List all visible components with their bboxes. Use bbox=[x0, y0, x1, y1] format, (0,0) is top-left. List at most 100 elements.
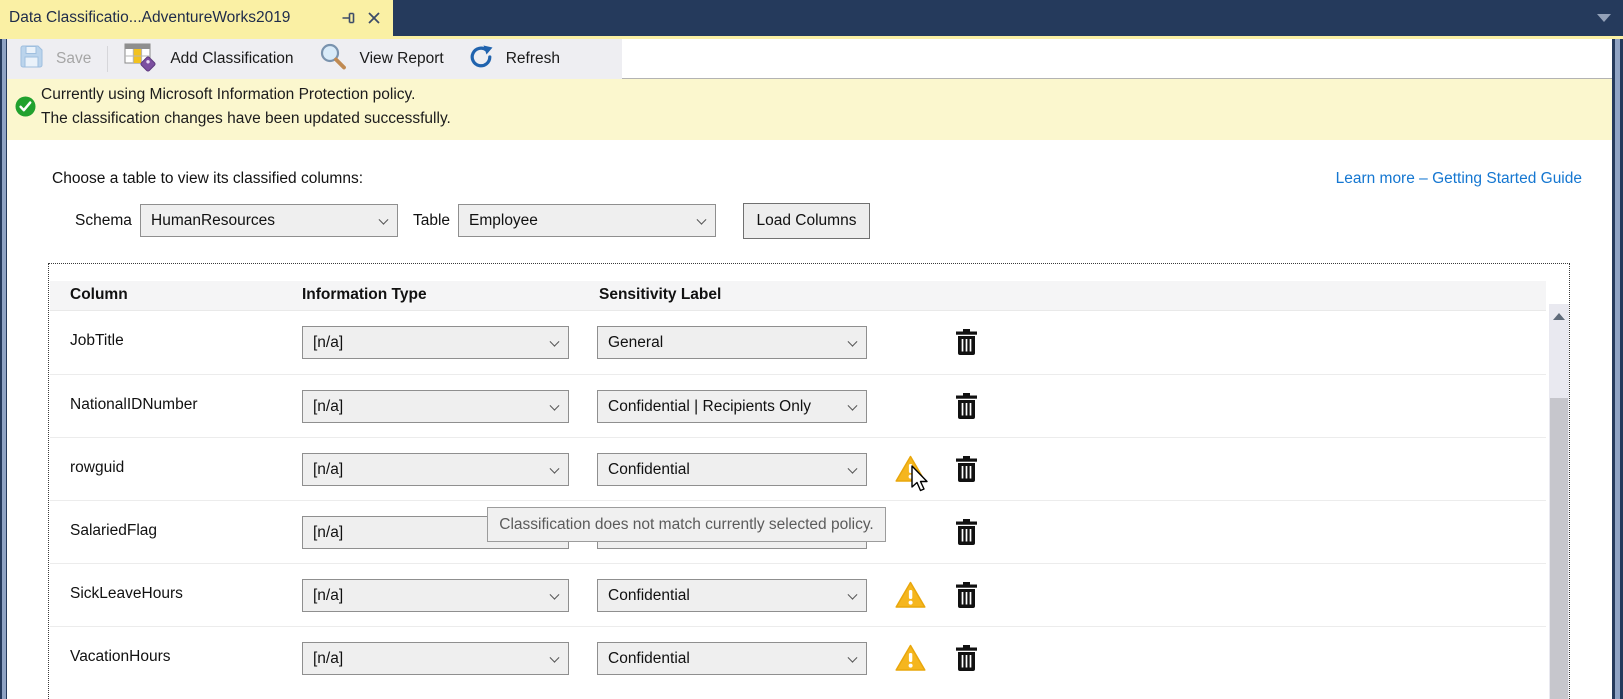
save-icon bbox=[19, 44, 44, 74]
information-type-value: [n/a] bbox=[313, 587, 343, 605]
chevron-down-icon bbox=[550, 336, 560, 346]
chevron-down-icon bbox=[550, 652, 560, 662]
sensitivity-label-select[interactable]: General bbox=[597, 326, 867, 359]
table-select-value: Employee bbox=[469, 212, 538, 230]
column-name: NationalIDNumber bbox=[70, 396, 198, 414]
chevron-down-icon bbox=[848, 336, 858, 346]
information-type-select[interactable]: [n/a] bbox=[302, 453, 569, 486]
delete-classification-icon[interactable] bbox=[955, 393, 978, 425]
information-type-value: [n/a] bbox=[313, 334, 343, 352]
information-type-select[interactable]: [n/a] bbox=[302, 326, 569, 359]
policy-warning-icon[interactable] bbox=[895, 644, 926, 677]
toolbar-group: Save Add Classification bbox=[7, 39, 622, 79]
add-classification-icon bbox=[124, 41, 158, 78]
mouse-cursor bbox=[910, 465, 930, 498]
delete-classification-icon[interactable] bbox=[955, 456, 978, 488]
classification-grid: Column Information Type Sensitivity Labe… bbox=[48, 263, 1570, 699]
grid-header-row: Column Information Type Sensitivity Labe… bbox=[50, 281, 1546, 311]
chevron-down-icon bbox=[379, 214, 389, 224]
toolbar: Save Add Classification bbox=[7, 39, 1612, 79]
infobar-line1: Currently using Microsoft Information Pr… bbox=[41, 86, 415, 104]
table-select[interactable]: Employee bbox=[458, 204, 716, 237]
information-type-value: [n/a] bbox=[313, 524, 343, 542]
delete-classification-icon[interactable] bbox=[955, 329, 978, 361]
refresh-icon bbox=[468, 44, 494, 75]
chevron-down-icon bbox=[550, 400, 560, 410]
delete-classification-icon[interactable] bbox=[955, 582, 978, 614]
chevron-down-icon bbox=[848, 400, 858, 410]
column-name: JobTitle bbox=[70, 332, 124, 350]
column-name: SickLeaveHours bbox=[70, 585, 183, 603]
delete-classification-icon[interactable] bbox=[955, 645, 978, 677]
chevron-down-icon bbox=[697, 214, 707, 224]
view-report-label: View Report bbox=[360, 50, 444, 68]
add-classification-label: Add Classification bbox=[170, 50, 293, 68]
scroll-up-arrow-icon[interactable] bbox=[1553, 313, 1565, 320]
table-row: VacationHours [n/a] Confidential bbox=[50, 626, 1546, 689]
column-name: VacationHours bbox=[70, 648, 171, 666]
tab-title: Data Classificatio...AdventureWorks2019 bbox=[9, 9, 331, 27]
status-infobar: Currently using Microsoft Information Pr… bbox=[7, 79, 1612, 140]
warning-tooltip-text: Classification does not match currently … bbox=[499, 516, 873, 534]
infobar-line2: The classification changes have been upd… bbox=[41, 110, 451, 128]
sensitivity-label-select[interactable]: Confidential bbox=[597, 453, 867, 486]
table-label: Table bbox=[413, 212, 450, 230]
save-label: Save bbox=[56, 50, 91, 68]
window-left-edge bbox=[0, 39, 7, 699]
learn-more-link[interactable]: Learn more – Getting Started Guide bbox=[1336, 170, 1582, 188]
delete-classification-icon[interactable] bbox=[955, 519, 978, 551]
policy-warning-icon[interactable] bbox=[895, 581, 926, 614]
pin-icon[interactable] bbox=[339, 9, 357, 27]
table-row: JobTitle [n/a] General bbox=[50, 311, 1546, 374]
load-columns-button[interactable]: Load Columns bbox=[743, 203, 870, 239]
document-tab[interactable]: Data Classificatio...AdventureWorks2019 bbox=[0, 0, 393, 36]
sensitivity-value: Confidential | Recipients Only bbox=[608, 398, 811, 416]
schema-select-value: HumanResources bbox=[151, 212, 275, 230]
schema-select[interactable]: HumanResources bbox=[140, 204, 398, 237]
window-right-edge bbox=[1612, 39, 1623, 699]
information-type-select[interactable]: [n/a] bbox=[302, 642, 569, 675]
data-classification-window: Data Classificatio...AdventureWorks2019 … bbox=[0, 0, 1623, 699]
chevron-down-icon bbox=[848, 652, 858, 662]
view-report-button[interactable]: View Report bbox=[306, 39, 456, 79]
grid-vertical-scrollbar[interactable] bbox=[1549, 304, 1569, 699]
close-icon[interactable] bbox=[365, 9, 383, 27]
chevron-down-icon bbox=[550, 589, 560, 599]
information-type-select[interactable]: [n/a] bbox=[302, 390, 569, 423]
information-type-select[interactable]: [n/a] bbox=[302, 579, 569, 612]
schema-label: Schema bbox=[75, 212, 132, 230]
chevron-down-icon bbox=[550, 463, 560, 473]
sensitivity-label-select[interactable]: Confidential bbox=[597, 579, 867, 612]
save-button[interactable]: Save bbox=[7, 39, 103, 79]
load-columns-label: Load Columns bbox=[757, 212, 857, 230]
information-type-value: [n/a] bbox=[313, 461, 343, 479]
add-classification-button[interactable]: Add Classification bbox=[112, 39, 305, 79]
refresh-button[interactable]: Refresh bbox=[456, 39, 572, 79]
information-type-value: [n/a] bbox=[313, 398, 343, 416]
view-report-icon bbox=[318, 42, 348, 77]
success-check-icon bbox=[15, 96, 36, 122]
column-header: Column bbox=[70, 286, 128, 304]
column-name: rowguid bbox=[70, 459, 124, 477]
table-row: NationalIDNumber [n/a] Confidential | Re… bbox=[50, 374, 1546, 437]
toolbar-separator bbox=[107, 46, 108, 72]
sensitivity-value: Confidential bbox=[608, 587, 690, 605]
column-name: SalariedFlag bbox=[70, 522, 157, 540]
sensitivity-value: Confidential bbox=[608, 461, 690, 479]
information-type-header: Information Type bbox=[302, 286, 427, 304]
tab-list-chevron-icon[interactable] bbox=[1597, 14, 1611, 22]
sensitivity-label-select[interactable]: Confidential | Recipients Only bbox=[597, 390, 867, 423]
table-row: SickLeaveHours [n/a] Confidential bbox=[50, 563, 1546, 626]
main-content: Choose a table to view its classified co… bbox=[7, 140, 1612, 699]
scrollbar-thumb[interactable] bbox=[1550, 398, 1568, 699]
table-row: rowguid [n/a] Confidential bbox=[50, 437, 1546, 500]
warning-tooltip: Classification does not match currently … bbox=[487, 507, 886, 542]
sensitivity-value: General bbox=[608, 334, 663, 352]
sensitivity-label-header: Sensitivity Label bbox=[599, 286, 721, 304]
choose-table-instruction: Choose a table to view its classified co… bbox=[52, 170, 363, 188]
sensitivity-value: Confidential bbox=[608, 650, 690, 668]
refresh-label: Refresh bbox=[506, 50, 560, 68]
chevron-down-icon bbox=[848, 463, 858, 473]
information-type-value: [n/a] bbox=[313, 650, 343, 668]
sensitivity-label-select[interactable]: Confidential bbox=[597, 642, 867, 675]
